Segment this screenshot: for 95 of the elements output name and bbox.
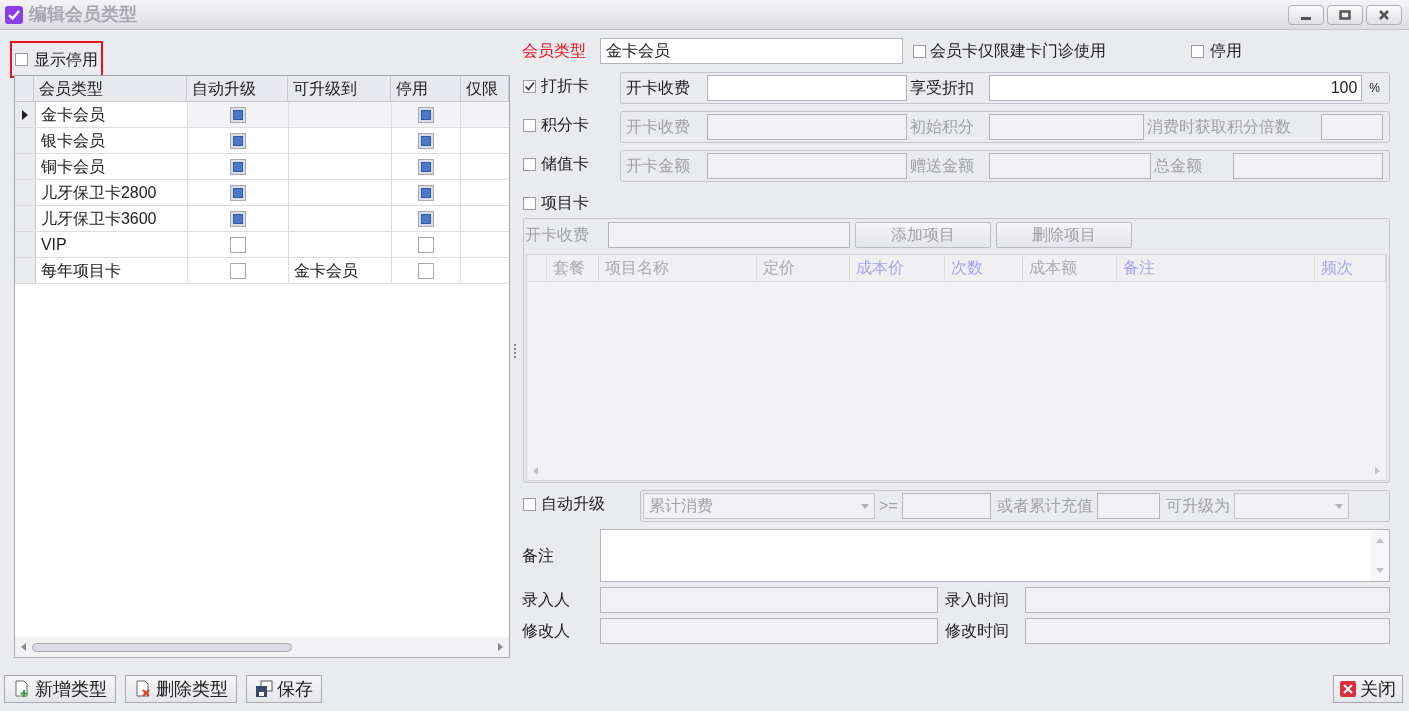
scroll-left-icon [21, 643, 26, 651]
scroll-down-icon [1376, 568, 1384, 573]
field-label: 或者累计充值 [996, 496, 1093, 516]
checkbox-label[interactable]: 打折卡 [541, 74, 589, 98]
checkbox[interactable] [1191, 44, 1204, 58]
field-label: 录入时间 [944, 590, 1010, 610]
close-button[interactable]: 关闭 [1333, 675, 1403, 703]
minimize-button[interactable] [1288, 4, 1324, 25]
grid-row[interactable]: 每年项目卡 金卡会员 [15, 258, 509, 284]
input-field[interactable] [707, 114, 907, 140]
column-header[interactable]: 停用 [391, 76, 461, 101]
checkbox[interactable] [523, 118, 536, 132]
input-field[interactable] [1025, 618, 1390, 644]
splitter-grip-icon[interactable] [513, 343, 517, 360]
vertical-scrollbar[interactable] [1371, 530, 1389, 581]
delete-button[interactable]: 删除类型 [125, 675, 237, 703]
add-button[interactable]: 新增类型 [4, 675, 116, 703]
field-label: 修改人 [521, 621, 571, 641]
checkbox[interactable] [230, 236, 247, 253]
remark-field[interactable] [600, 529, 1390, 582]
checkbox[interactable] [417, 236, 434, 253]
delete-document-icon [134, 680, 152, 698]
table-cell: 金卡会员 [35, 102, 189, 127]
member-type-field[interactable]: 金卡会员 [600, 38, 903, 64]
checkbox-label[interactable]: 储值卡 [541, 152, 589, 176]
checkbox-app-icon [4, 4, 24, 25]
checkbox-label[interactable]: 项目卡 [541, 191, 589, 215]
horizontal-scrollbar[interactable] [15, 637, 509, 657]
field-label: 修改时间 [944, 621, 1010, 641]
checkbox-label[interactable]: 显示停用 [34, 47, 98, 72]
close-icon [1340, 681, 1356, 697]
field-label: 录入人 [521, 590, 571, 610]
checkbox[interactable] [230, 262, 247, 279]
input-field[interactable] [989, 153, 1151, 179]
scroll-right-icon [498, 643, 503, 651]
scroll-up-icon [1376, 538, 1384, 543]
target-dropdown[interactable] [1233, 493, 1349, 519]
input-field[interactable] [1096, 493, 1160, 519]
scroll-thumb[interactable] [32, 642, 292, 652]
checkbox[interactable] [523, 79, 536, 93]
maximize-icon [1339, 9, 1351, 20]
field-label: 赠送金额 [909, 156, 975, 176]
field-label: 开卡收费 [625, 117, 691, 137]
checkbox[interactable] [523, 497, 536, 511]
input-field[interactable] [1025, 587, 1390, 613]
input-field[interactable] [989, 114, 1144, 140]
field-label: 备注 [521, 545, 555, 566]
field-label: 开卡收费 [625, 78, 691, 98]
close-button[interactable] [1366, 4, 1402, 25]
new-document-icon [13, 680, 31, 698]
field-label: 开卡收费 [525, 225, 590, 245]
column-header[interactable]: 会员类型 [34, 76, 187, 101]
scroll-left-icon [533, 467, 538, 475]
checkbox[interactable] [523, 157, 536, 171]
field-label: 总金额 [1153, 156, 1203, 176]
window-title: 编辑会员类型 [29, 3, 137, 26]
input-field[interactable] [901, 493, 991, 519]
table-cell-text: 金卡会员 [293, 260, 358, 281]
input-field[interactable] [608, 222, 850, 248]
scroll-right-icon [1375, 467, 1380, 475]
checkbox-label[interactable]: 自动升级 [541, 492, 605, 516]
caret-icon [861, 503, 869, 509]
field-label: 消费时获取积分倍数 [1146, 117, 1292, 137]
checkbox-label[interactable]: 停用 [1210, 39, 1242, 63]
grid-row[interactable]: VIP [15, 232, 509, 258]
input-field[interactable] [1321, 114, 1383, 140]
input-field[interactable] [600, 618, 938, 644]
checkbox[interactable] [913, 44, 926, 58]
maximize-button[interactable] [1327, 4, 1363, 25]
field-label: 享受折扣 [909, 78, 975, 98]
checkbox-label[interactable]: 会员卡仅限建卡门诊使用 [930, 39, 1191, 63]
field-label: 可升级为 [1165, 496, 1230, 516]
minimize-icon [1301, 16, 1311, 20]
row-pointer-icon [21, 109, 28, 120]
field-label: 会员类型 [521, 41, 587, 61]
column-header[interactable]: 仅限 [461, 76, 509, 101]
checkbox[interactable] [15, 53, 28, 66]
input-field[interactable] [707, 75, 907, 101]
input-field[interactable] [707, 153, 907, 179]
checkbox-label[interactable]: 积分卡 [541, 113, 589, 137]
field-label: 初始积分 [909, 117, 975, 137]
input-field[interactable] [600, 587, 938, 613]
operator-label: >= [879, 496, 898, 516]
caret-icon [1334, 503, 1343, 509]
close-icon [1378, 9, 1390, 20]
column-header[interactable]: 可升级到 [288, 76, 391, 101]
input-field[interactable] [1233, 153, 1383, 179]
save-button[interactable]: 保存 [246, 675, 322, 703]
unit-label: % [1368, 80, 1381, 97]
checkbox[interactable] [523, 196, 536, 210]
save-icon [255, 680, 273, 698]
field-label: 开卡金额 [625, 156, 691, 176]
column-header[interactable]: 自动升级 [187, 76, 288, 101]
checkbox[interactable] [417, 262, 434, 279]
input-field[interactable]: 100 [989, 75, 1363, 101]
